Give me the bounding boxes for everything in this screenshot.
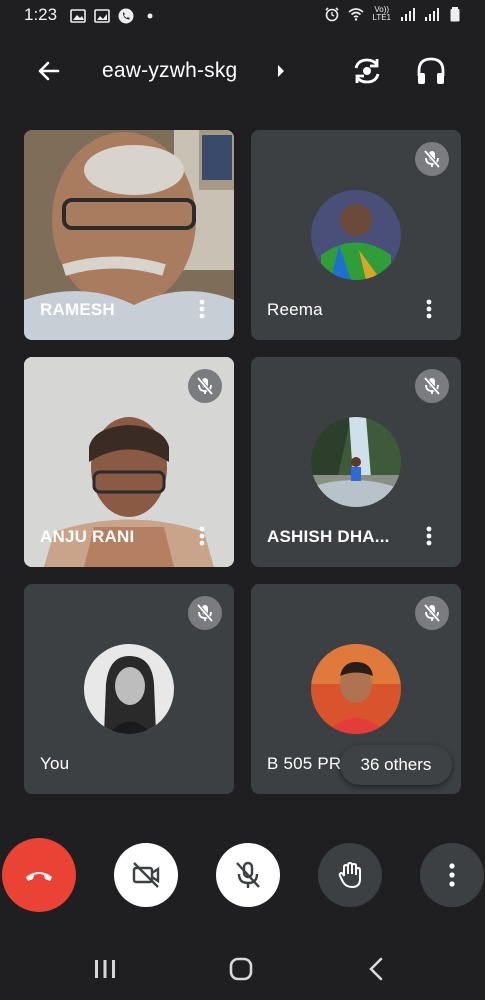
raise-hand-icon — [338, 861, 361, 889]
signal-2-icon — [425, 8, 439, 21]
headphones-icon[interactable] — [414, 54, 448, 88]
status-right-icons: Vo)) LTE1 — [324, 6, 463, 22]
more-vert-icon[interactable] — [421, 525, 437, 547]
mic-off-icon — [423, 149, 441, 169]
switch-camera-icon[interactable] — [350, 54, 384, 88]
gallery-icon — [70, 9, 86, 23]
phone-icon — [118, 8, 134, 24]
mic-off-badge — [188, 596, 222, 630]
recents-icon[interactable] — [90, 954, 120, 984]
avatar — [84, 644, 174, 734]
more-vert-icon[interactable] — [194, 525, 210, 547]
back-arrow-icon[interactable] — [34, 56, 64, 86]
signal-1-icon — [401, 8, 415, 21]
caret-right-icon[interactable] — [276, 64, 286, 78]
avatar — [311, 644, 401, 734]
participant-tile-anju-rani[interactable]: ANJU RANI — [24, 357, 234, 567]
end-call-icon — [26, 872, 52, 881]
alarm-icon — [325, 7, 340, 22]
wifi-icon — [348, 8, 364, 21]
mic-off-icon — [196, 376, 214, 396]
photo-icon — [94, 9, 110, 23]
camera-off-icon — [132, 862, 160, 888]
avatar — [311, 417, 401, 507]
participant-name: Reema — [267, 300, 323, 319]
home-icon[interactable] — [226, 954, 256, 984]
avatar-photo-reema — [311, 190, 401, 280]
mic-toggle-button[interactable] — [216, 843, 280, 907]
camera-toggle-button[interactable] — [114, 843, 178, 907]
status-bar: 1:23 Vo)) LTE1 — [0, 0, 485, 32]
status-time: 1:23 — [24, 5, 58, 24]
more-vert-icon[interactable] — [194, 298, 210, 320]
battery-icon — [450, 7, 460, 22]
participant-tile-reema[interactable]: Reema — [251, 130, 461, 340]
participant-name: RAMESH — [40, 300, 115, 319]
participant-name: ANJU RANI — [40, 527, 135, 546]
raise-hand-button[interactable] — [318, 843, 382, 907]
participant-name: B 505 PR — [267, 754, 342, 773]
mic-off-icon — [423, 376, 441, 396]
mic-off-icon — [423, 603, 441, 623]
mic-off-badge — [415, 369, 449, 403]
mic-off-icon — [196, 603, 214, 623]
back-icon[interactable] — [362, 954, 392, 984]
participant-tile-ashish[interactable]: ASHISH DHA... — [251, 357, 461, 567]
participant-tile-ramesh[interactable]: RAMESH — [24, 130, 234, 340]
more-vert-icon — [449, 863, 455, 887]
meeting-header: eaw-yzwh-skg — [0, 40, 485, 102]
others-count-chip[interactable]: 36 others — [340, 745, 452, 785]
more-options-button[interactable] — [420, 843, 484, 907]
status-left-icons — [70, 8, 158, 24]
network-type: Vo)) LTE1 — [372, 5, 391, 22]
participant-tile-you[interactable]: You — [24, 584, 234, 794]
avatar-photo-ashish — [311, 417, 401, 507]
mic-off-icon — [236, 861, 260, 888]
avatar — [311, 190, 401, 280]
system-nav-bar — [0, 938, 485, 1000]
avatar-photo-you — [84, 644, 174, 734]
avatar-photo-b505 — [311, 644, 401, 734]
mic-off-badge — [415, 596, 449, 630]
participant-name: You — [40, 754, 70, 773]
meeting-code[interactable]: eaw-yzwh-skg — [102, 59, 237, 83]
notification-dot-icon — [147, 13, 153, 19]
mic-off-badge — [415, 142, 449, 176]
more-vert-icon[interactable] — [421, 298, 437, 320]
participant-name: ASHISH DHA... — [267, 527, 390, 546]
mic-off-badge — [188, 369, 222, 403]
end-call-button[interactable] — [2, 838, 76, 912]
